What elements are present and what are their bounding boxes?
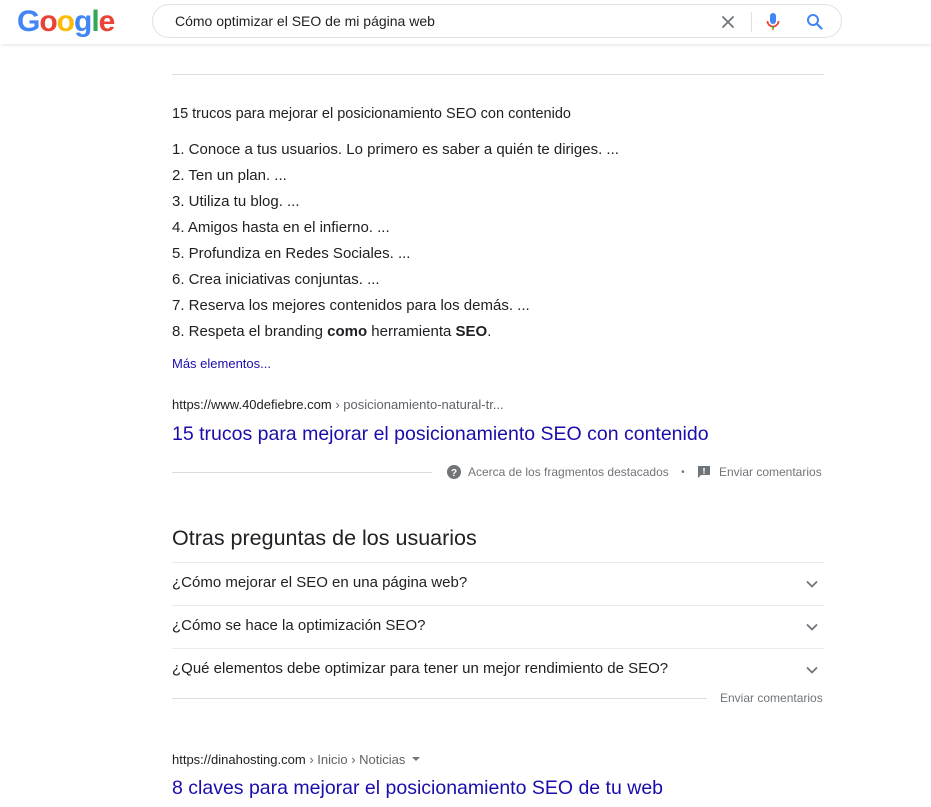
search-input[interactable]: [173, 12, 717, 30]
logo-letter: g: [74, 5, 92, 38]
more-items-link[interactable]: Más elementos...: [172, 356, 271, 371]
list-item: 2. Ten un plan. ...: [172, 167, 287, 184]
list-item-text: .: [487, 323, 492, 340]
google-logo[interactable]: Google: [17, 5, 116, 39]
list-item-text: 8. Respeta el branding: [172, 323, 328, 340]
list-item: 1. Conoce a tus usuarios. Lo primero es …: [172, 141, 619, 158]
list-item: 6. Crea iniciativas conjuntas. ...: [172, 271, 380, 288]
divider: [172, 74, 824, 75]
url-path: › Inicio › Noticias: [305, 752, 406, 767]
search-icon: [807, 14, 823, 30]
close-icon: [722, 16, 734, 28]
chevron-down-icon: [806, 666, 818, 674]
featured-snippet-list: 1. Conoce a tus usuarios. Lo primero es …: [172, 138, 619, 346]
divider: [172, 698, 707, 699]
url-domain: https://dinahosting.com: [172, 752, 306, 767]
chevron-down-icon: [806, 580, 818, 588]
voice-search-button[interactable]: [765, 11, 781, 33]
divider: [172, 472, 432, 473]
paa-question-text: ¿Qué elementos debe optimizar para tener…: [172, 660, 669, 677]
help-icon: ?: [447, 465, 461, 479]
list-item-bold: como: [327, 323, 368, 340]
dropdown-arrow-icon[interactable]: [409, 754, 423, 764]
result-title-link[interactable]: 15 trucos para mejorar el posicionamient…: [172, 423, 709, 446]
paa-question[interactable]: ¿Cómo mejorar el SEO en una página web?: [172, 562, 824, 605]
logo-letter: o: [39, 5, 57, 38]
top-bar: Google: [0, 0, 931, 44]
paa-question-text: ¿Cómo se hace la optimización SEO?: [172, 617, 426, 634]
result-url[interactable]: https://www.40defiebre.com › posicionami…: [172, 397, 504, 412]
about-snippets-label: Acerca de los fragmentos destacados: [468, 465, 669, 479]
list-item: 7. Reserva los mejores contenidos para l…: [172, 297, 530, 314]
result-url[interactable]: https://dinahosting.com › Inicio › Notic…: [172, 752, 423, 767]
paa-feedback-button[interactable]: Enviar comentarios: [720, 691, 823, 705]
paa-question[interactable]: ¿Qué elementos debe optimizar para tener…: [172, 648, 824, 691]
paa-question[interactable]: ¿Cómo se hace la optimización SEO?: [172, 605, 824, 648]
divider: [751, 12, 752, 32]
paa-question-text: ¿Cómo mejorar el SEO en una página web?: [172, 574, 468, 591]
list-item: 4. Amigos hasta en el infierno. ...: [172, 219, 390, 236]
featured-snippet-heading: 15 trucos para mejorar el posicionamient…: [172, 106, 571, 122]
list-item-text: herramienta: [367, 323, 456, 340]
people-also-ask-heading: Otras preguntas de los usuarios: [172, 526, 477, 550]
feedback-icon: [697, 466, 710, 479]
list-item-bold: SEO: [455, 323, 488, 340]
snippet-footer: ? Acerca de los fragmentos destacados • …: [446, 464, 822, 480]
logo-letter: G: [17, 5, 40, 38]
svg-text:?: ?: [451, 468, 457, 479]
feedback-button[interactable]: Enviar comentarios: [697, 465, 822, 480]
list-item: 8. Respeta el branding como herramienta …: [172, 320, 619, 346]
feedback-label: Enviar comentarios: [718, 465, 822, 480]
about-snippets-button[interactable]: ? Acerca de los fragmentos destacados: [446, 464, 669, 480]
search-button[interactable]: [805, 12, 825, 32]
url-path: › posicionamiento-natural-tr...: [331, 397, 504, 412]
chevron-down-icon: [806, 623, 818, 631]
url-domain: https://www.40defiebre.com: [172, 397, 332, 412]
list-item: 5. Profundiza en Redes Sociales. ...: [172, 245, 411, 262]
list-item: 3. Utiliza tu blog. ...: [172, 193, 300, 210]
microphone-icon: [766, 13, 780, 30]
clear-search-button[interactable]: [719, 13, 737, 31]
logo-letter: o: [56, 5, 75, 38]
separator-dot: •: [681, 466, 685, 478]
search-box: [152, 4, 842, 38]
logo-letter: l: [91, 5, 99, 38]
logo-letter: e: [98, 5, 116, 38]
result-title-link[interactable]: 8 claves para mejorar el posicionamiento…: [172, 777, 663, 800]
